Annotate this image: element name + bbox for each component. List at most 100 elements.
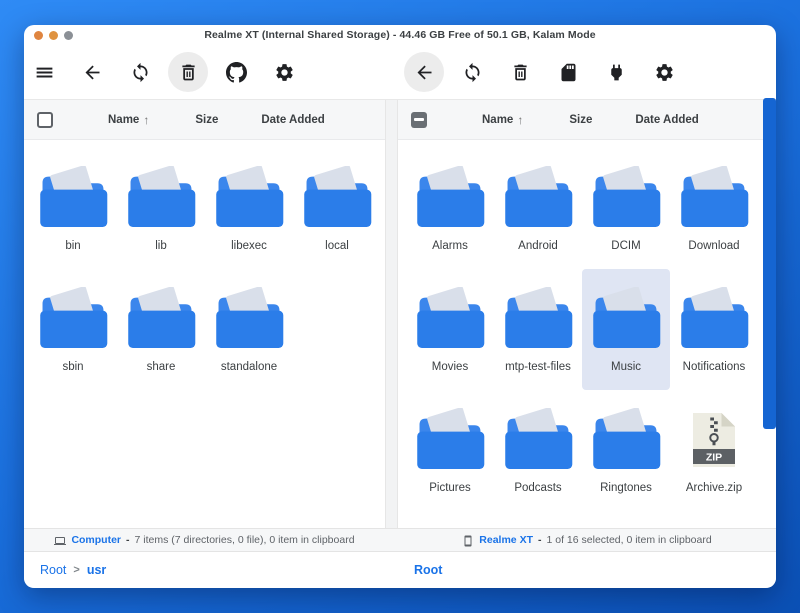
file-item-Android[interactable]: Android: [494, 148, 582, 269]
device-file-grid: Alarms Android DCIM Download Movies mtp-test-…: [398, 140, 776, 528]
scrollbar-thumb[interactable]: [763, 98, 776, 429]
breadcrumb-usr[interactable]: usr: [87, 563, 106, 577]
file-label: mtp-test-files: [505, 361, 571, 373]
file-item-Podcasts[interactable]: Podcasts: [494, 390, 582, 511]
file-item-sbin[interactable]: sbin: [29, 269, 117, 390]
local-device-label[interactable]: Computer: [71, 534, 121, 546]
folder-icon: [36, 166, 110, 230]
file-item-Download[interactable]: Download: [670, 148, 758, 269]
file-item-Music[interactable]: Music: [582, 269, 670, 390]
settings-icon: [654, 62, 675, 83]
file-item-lib[interactable]: lib: [117, 148, 205, 269]
file-label: Archive.zip: [686, 482, 742, 494]
folder-icon: [589, 166, 663, 230]
file-label: Podcasts: [514, 482, 561, 494]
file-label: Music: [611, 361, 641, 373]
pane-divider: [385, 100, 398, 528]
delete-button[interactable]: [168, 52, 208, 92]
local-status-summary: 7 items (7 directories, 0 file), 0 item …: [135, 534, 355, 546]
github-button[interactable]: [216, 52, 256, 92]
column-name-label: Name: [482, 114, 513, 126]
folder-icon: [677, 287, 751, 351]
smartphone-icon: [462, 534, 474, 546]
local-breadcrumb: Root > usr: [24, 552, 385, 587]
delete-button[interactable]: [500, 52, 540, 92]
column-name-label: Name: [108, 114, 139, 126]
file-item-local[interactable]: local: [293, 148, 381, 269]
file-item-Notifications[interactable]: Notifications: [670, 269, 758, 390]
folder-icon: [501, 166, 575, 230]
local-file-grid: binlib libexec local sbinsharestandalone: [24, 140, 385, 528]
settings-button[interactable]: [264, 52, 304, 92]
folder-icon: [501, 287, 575, 351]
folder-icon: [300, 166, 374, 230]
back-icon: [414, 62, 435, 83]
file-item-Pictures[interactable]: Pictures: [406, 390, 494, 511]
file-item-DCIM[interactable]: DCIM: [582, 148, 670, 269]
file-item-libexec[interactable]: libexec: [205, 148, 293, 269]
local-pane: Name ↑ Size Date Added binlib libexec loca…: [24, 100, 385, 528]
zoom-button[interactable]: [64, 31, 73, 40]
folder-icon: [212, 166, 286, 230]
file-label: Download: [688, 240, 739, 252]
file-item-Ringtones[interactable]: Ringtones: [582, 390, 670, 511]
file-item-share[interactable]: share: [117, 269, 205, 390]
power-plug-icon: [606, 62, 627, 83]
column-size[interactable]: Size: [569, 114, 592, 126]
menu-button[interactable]: [24, 52, 64, 92]
refresh-button[interactable]: [452, 52, 492, 92]
file-item-bin[interactable]: bin: [29, 148, 117, 269]
file-item-standalone[interactable]: standalone: [205, 269, 293, 390]
device-pane: Name ↑ Size Date Added Alarms Android DCIM…: [398, 100, 776, 528]
github-icon: [226, 62, 247, 83]
settings-button[interactable]: [644, 52, 684, 92]
select-all-checkbox[interactable]: [411, 112, 427, 128]
file-label: Android: [518, 240, 558, 252]
close-button[interactable]: [34, 31, 43, 40]
delete-icon: [178, 62, 199, 83]
file-item-mtp-test-files[interactable]: mtp-test-files: [494, 269, 582, 390]
breadcrumb-separator-icon: >: [73, 564, 79, 576]
folder-icon: [413, 166, 487, 230]
settings-icon: [274, 62, 295, 83]
sort-ascending-icon: ↑: [517, 113, 523, 127]
column-name[interactable]: Name ↑: [108, 113, 149, 127]
breadcrumb-gap: [385, 552, 398, 587]
refresh-button[interactable]: [120, 52, 160, 92]
column-date-added[interactable]: Date Added: [261, 114, 324, 126]
minimize-button[interactable]: [49, 31, 58, 40]
file-label: DCIM: [611, 240, 640, 252]
file-item-Movies[interactable]: Movies: [406, 269, 494, 390]
back-button[interactable]: [404, 52, 444, 92]
toolbar: [24, 45, 776, 100]
column-size[interactable]: Size: [195, 114, 218, 126]
folder-icon: [589, 287, 663, 351]
folder-icon: [124, 166, 198, 230]
file-item-Archive.zip[interactable]: ZIPArchive.zip: [670, 390, 758, 511]
refresh-icon: [462, 62, 483, 83]
local-list-header: Name ↑ Size Date Added: [24, 100, 385, 140]
column-name[interactable]: Name ↑: [482, 113, 523, 127]
file-item-Alarms[interactable]: Alarms: [406, 148, 494, 269]
file-label: local: [325, 240, 349, 252]
delete-icon: [510, 62, 531, 83]
folder-icon: [413, 408, 487, 472]
device-breadcrumb: Root: [398, 552, 776, 587]
breadcrumb-root[interactable]: Root: [414, 563, 442, 577]
window-title: Realme XT (Internal Shared Storage) - 44…: [204, 29, 595, 41]
back-button[interactable]: [72, 52, 112, 92]
titlebar: Realme XT (Internal Shared Storage) - 44…: [24, 25, 776, 45]
toolbar-device: [385, 52, 776, 92]
toolbar-local: [24, 52, 385, 92]
power-plug-button[interactable]: [596, 52, 636, 92]
file-label: Ringtones: [600, 482, 652, 494]
folder-icon: [212, 287, 286, 351]
breadcrumb-root[interactable]: Root: [40, 563, 66, 577]
local-status: Computer - 7 items (7 directories, 0 fil…: [24, 529, 385, 551]
device-name-label[interactable]: Realme XT: [479, 534, 533, 546]
file-label: libexec: [231, 240, 267, 252]
sd-card-button[interactable]: [548, 52, 588, 92]
window-controls: [34, 25, 73, 45]
column-date-added[interactable]: Date Added: [635, 114, 698, 126]
select-all-checkbox[interactable]: [37, 112, 53, 128]
